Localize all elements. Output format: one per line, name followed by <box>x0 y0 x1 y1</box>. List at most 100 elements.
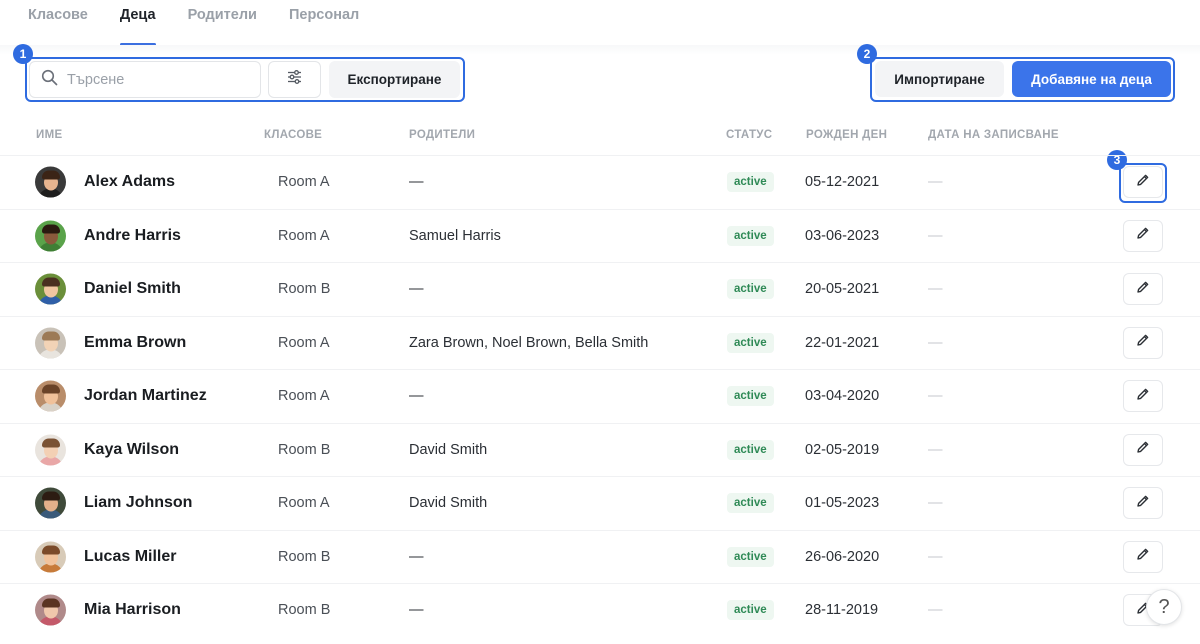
child-name[interactable]: Kaya Wilson <box>84 441 179 459</box>
child-enrollment-date: — <box>928 548 943 565</box>
avatar-hair <box>42 224 60 234</box>
export-button[interactable]: Експортиране <box>329 61 460 98</box>
child-enrollment-date: — <box>928 227 943 244</box>
search-box[interactable] <box>29 61 261 98</box>
child-birthday: 28-11-2019 <box>805 602 879 619</box>
avatar <box>35 273 66 305</box>
child-parents: Samuel Harris <box>409 227 501 244</box>
status-badge: active <box>727 279 774 300</box>
question-icon: ? <box>1158 595 1170 618</box>
column-header-classes[interactable]: Класове <box>264 129 322 141</box>
child-birthday: 03-04-2020 <box>805 388 880 405</box>
tab-parents[interactable]: Родители <box>188 0 257 46</box>
avatar-hair <box>42 331 60 341</box>
avatar <box>35 594 66 626</box>
edit-button[interactable] <box>1123 166 1163 199</box>
child-enrollment-date: — <box>928 334 943 351</box>
child-enrollment-date: — <box>928 602 943 619</box>
child-room: Room B <box>278 281 331 298</box>
table-row[interactable]: Emma Brown Room A Zara Brown, Noel Brown… <box>0 315 1200 370</box>
status-badge: active <box>727 439 774 460</box>
tab-classes[interactable]: Класове <box>28 0 88 46</box>
child-parents: David Smith <box>409 495 488 512</box>
table-header: Име Класове Родители Статус Рожден ден Д… <box>0 129 1200 145</box>
child-name[interactable]: Emma Brown <box>84 334 186 352</box>
help-button[interactable]: ? <box>1146 589 1182 625</box>
child-enrollment-date: — <box>928 495 943 512</box>
column-header-parents[interactable]: Родители <box>409 129 475 141</box>
avatar-hair <box>42 277 60 287</box>
edit-button[interactable] <box>1123 273 1163 306</box>
child-parents: — <box>409 174 424 191</box>
child-room: Room A <box>278 495 330 512</box>
annotation-badge-2: 2 <box>857 44 877 64</box>
status-badge: active <box>727 172 774 193</box>
pencil-icon <box>1136 440 1150 459</box>
pencil-icon <box>1136 494 1150 513</box>
child-room: Room B <box>278 441 331 458</box>
avatar-hair <box>42 491 60 501</box>
avatar-hair <box>42 545 60 555</box>
child-birthday: 03-06-2023 <box>805 227 880 244</box>
edit-button[interactable] <box>1123 433 1163 466</box>
child-name[interactable]: Andre Harris <box>84 227 181 245</box>
status-badge: active <box>727 546 774 567</box>
edit-button[interactable] <box>1123 487 1163 520</box>
child-name[interactable]: Jordan Martinez <box>84 387 207 405</box>
child-name[interactable]: Alex Adams <box>84 173 175 191</box>
table-row[interactable]: Liam Johnson Room A David Smith active 0… <box>0 476 1200 530</box>
child-birthday: 02-05-2019 <box>805 441 880 458</box>
status-badge: active <box>727 332 774 353</box>
edit-button[interactable] <box>1123 540 1163 573</box>
tab-staff[interactable]: Персонал <box>289 0 359 46</box>
column-header-birthday[interactable]: Рожден ден <box>806 129 887 141</box>
table-row[interactable]: Lucas Miller Room B — active 26-06-2020 … <box>0 529 1200 584</box>
filter-button[interactable] <box>268 61 321 98</box>
child-enrollment-date: — <box>928 174 943 191</box>
child-name[interactable]: Liam Johnson <box>84 494 192 512</box>
status-badge: active <box>727 386 774 407</box>
table-row[interactable]: Daniel Smith Room B — active 20-05-2021 … <box>0 262 1200 316</box>
add-children-button[interactable]: Добавяне на деца <box>1012 61 1171 97</box>
table-row[interactable]: Andre Harris Room A Samuel Harris active… <box>0 208 1200 263</box>
pencil-icon <box>1136 387 1150 406</box>
edit-button[interactable] <box>1123 219 1163 252</box>
child-enrollment-date: — <box>928 281 943 298</box>
child-parents: — <box>409 281 424 298</box>
avatar <box>35 220 66 252</box>
child-room: Room B <box>278 548 331 565</box>
avatar <box>35 487 66 519</box>
import-button[interactable]: Импортиране <box>875 61 1004 97</box>
avatar-hair <box>42 384 60 394</box>
pencil-icon <box>1136 547 1150 566</box>
child-birthday: 01-05-2023 <box>805 495 880 512</box>
pencil-icon <box>1136 173 1150 192</box>
search-input[interactable] <box>67 71 247 88</box>
table-row[interactable]: Alex Adams Room A — active 05-12-2021 — <box>0 155 1200 209</box>
column-header-enrollment[interactable]: Дата на записване <box>928 129 1059 141</box>
child-parents: — <box>409 602 424 619</box>
child-birthday: 05-12-2021 <box>805 174 880 191</box>
child-room: Room A <box>278 174 330 191</box>
table-row[interactable]: Jordan Martinez Room A — active 03-04-20… <box>0 369 1200 423</box>
child-name[interactable]: Mia Harrison <box>84 601 181 619</box>
avatar <box>35 327 66 359</box>
tab-divider <box>0 45 1200 55</box>
table-row[interactable]: Mia Harrison Room B — active 28-11-2019 … <box>0 583 1200 637</box>
child-enrollment-date: — <box>928 441 943 458</box>
column-header-name[interactable]: Име <box>36 129 62 141</box>
child-name[interactable]: Daniel Smith <box>84 280 181 298</box>
tab-bar: Класове Деца Родители Персонал <box>28 0 391 46</box>
avatar-hair <box>42 438 60 448</box>
child-birthday: 26-06-2020 <box>805 548 880 565</box>
pencil-icon <box>1136 226 1150 245</box>
child-enrollment-date: — <box>928 388 943 405</box>
child-name[interactable]: Lucas Miller <box>84 548 176 566</box>
tab-children[interactable]: Деца <box>119 0 156 46</box>
edit-button[interactable] <box>1123 380 1163 413</box>
child-room: Room A <box>278 388 330 405</box>
edit-button[interactable] <box>1123 326 1163 359</box>
avatar-hair <box>42 170 60 180</box>
table-row[interactable]: Kaya Wilson Room B David Smith active 02… <box>0 422 1200 477</box>
column-header-status[interactable]: Статус <box>726 129 772 141</box>
